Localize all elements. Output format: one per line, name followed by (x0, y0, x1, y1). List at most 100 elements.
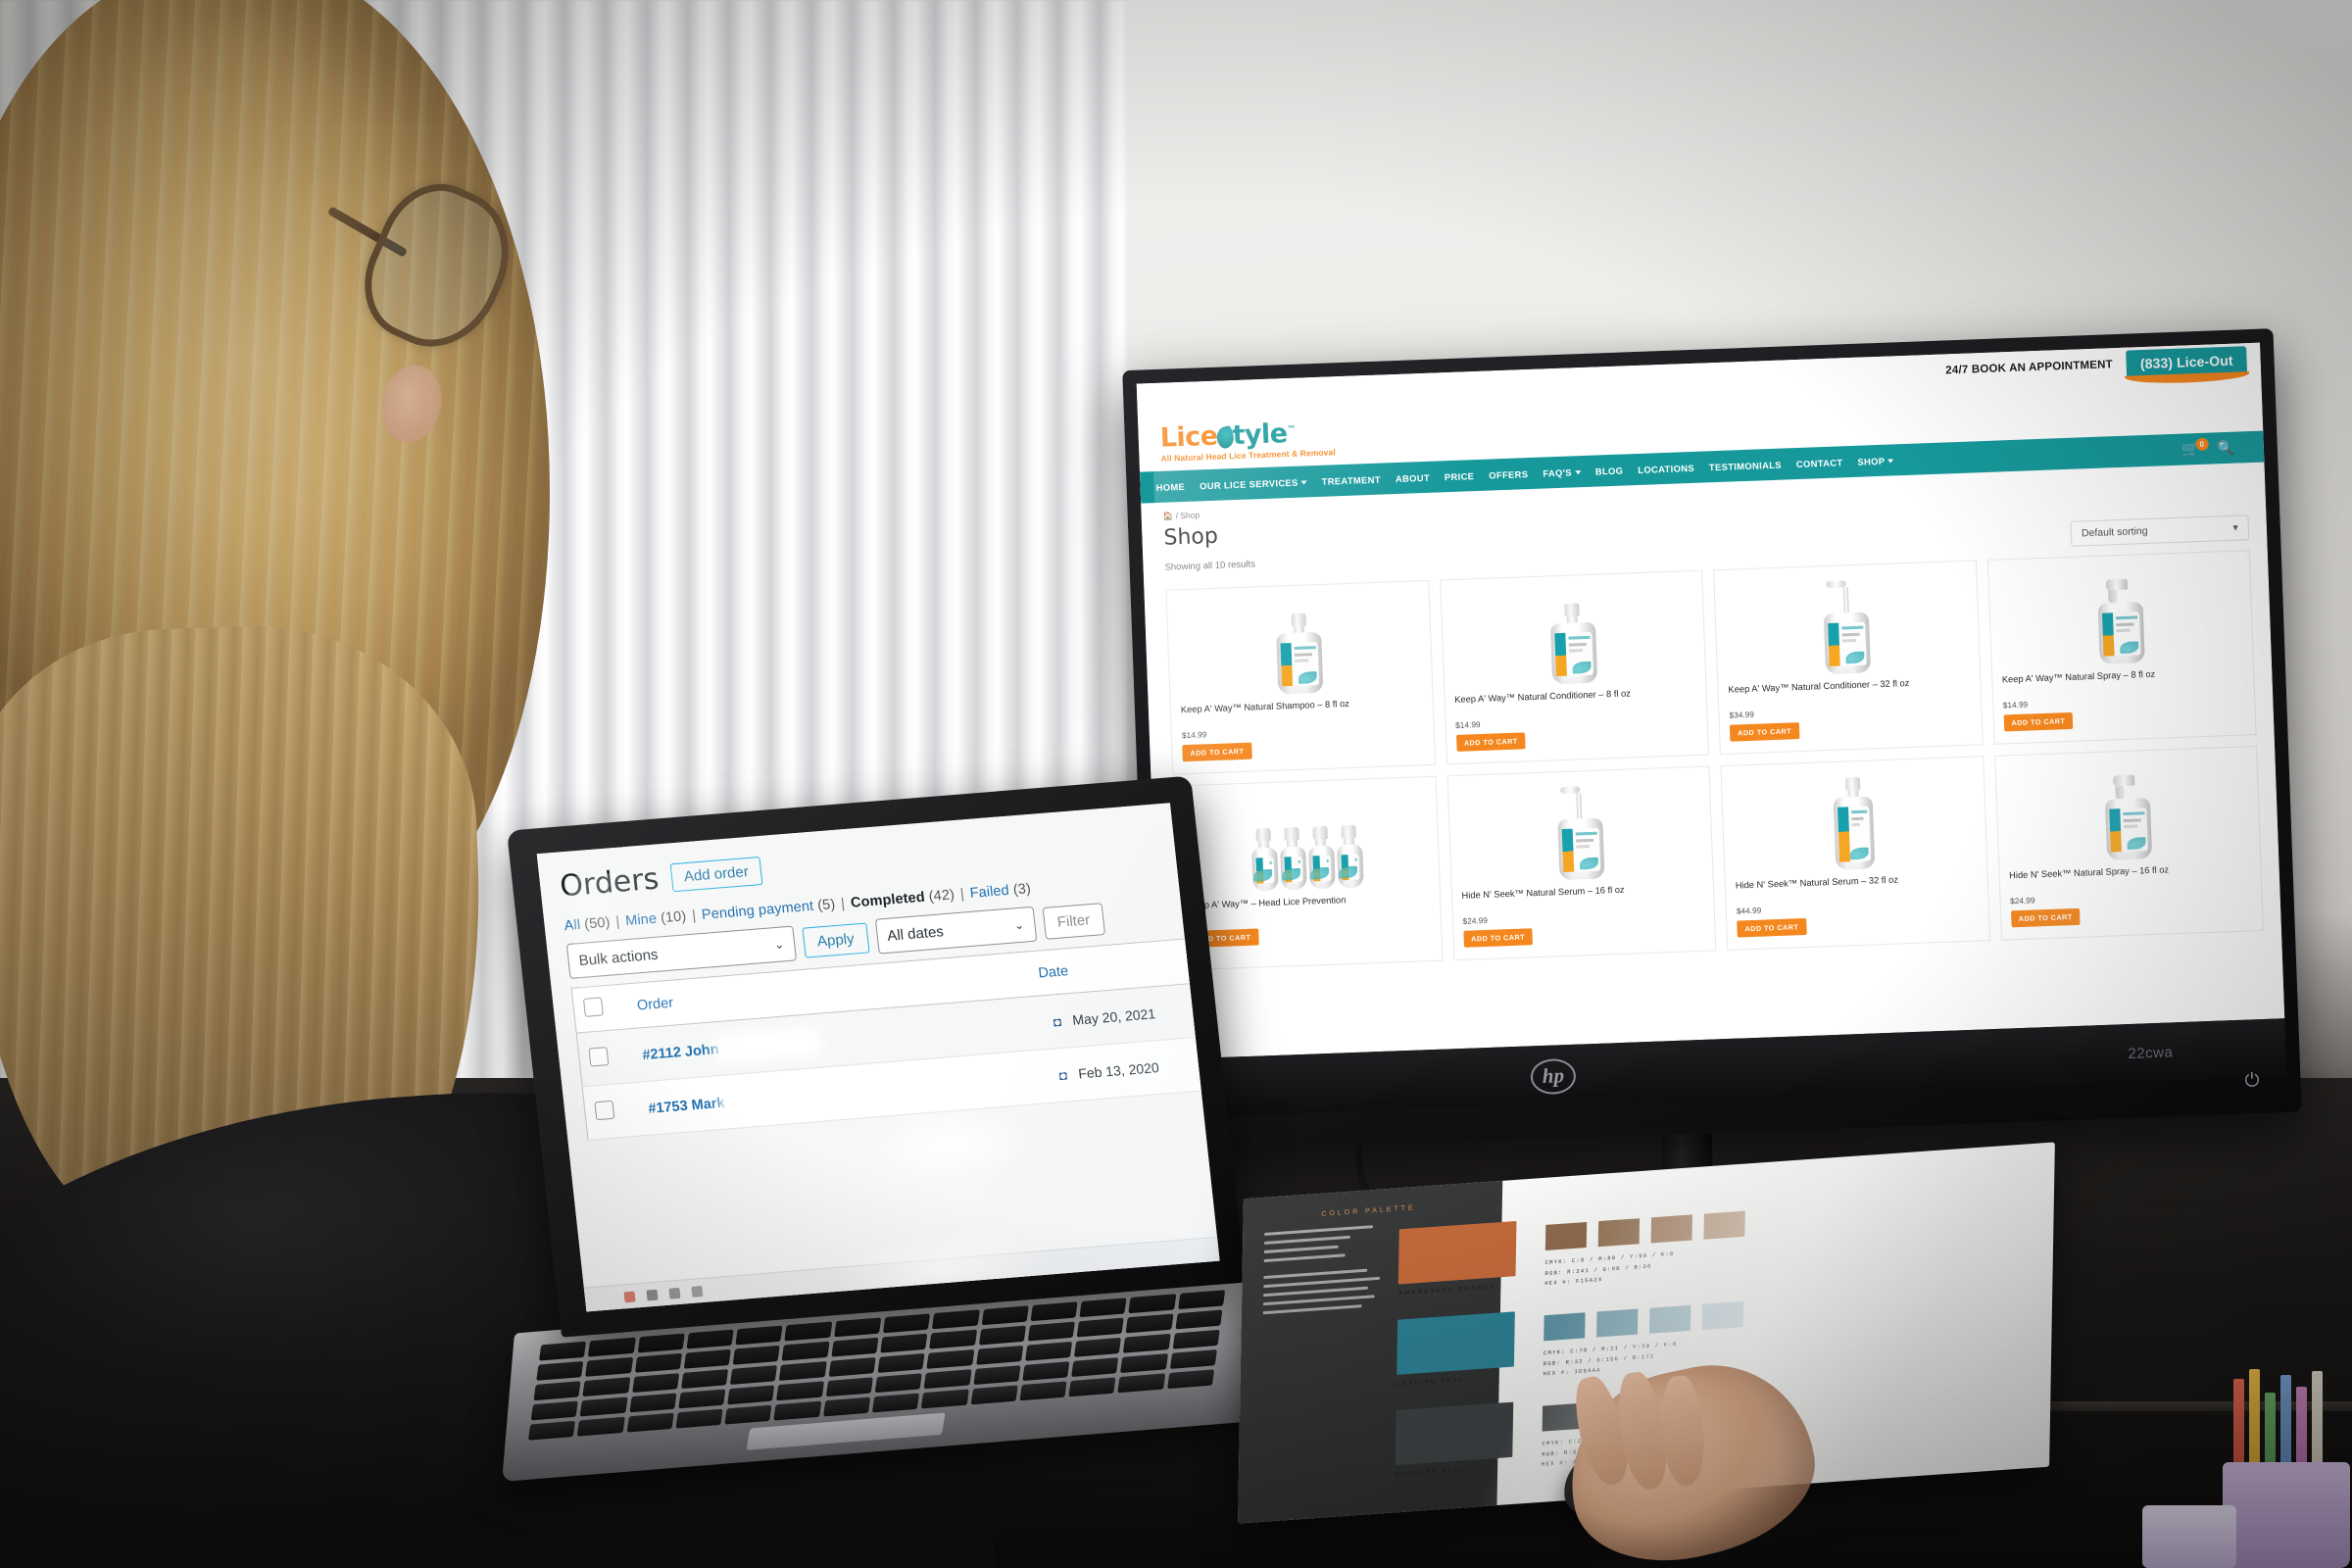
product-image[interactable] (1450, 581, 1695, 688)
filter-button[interactable]: Filter (1042, 903, 1105, 940)
taskbar-icon-4[interactable] (691, 1286, 703, 1298)
keyboard-key[interactable] (1028, 1322, 1075, 1342)
add-to-cart-button[interactable]: ADD TO CART (1730, 722, 1799, 742)
keyboard-key[interactable] (834, 1317, 881, 1337)
keyboard-key[interactable] (528, 1421, 575, 1441)
keyboard-key[interactable] (877, 1353, 924, 1373)
keyboard-key[interactable] (1167, 1369, 1214, 1389)
keyboard-key[interactable] (632, 1373, 679, 1393)
keyboard-key[interactable] (1025, 1342, 1072, 1361)
keyboard-key[interactable] (1080, 1298, 1127, 1317)
keyboard-key[interactable] (1175, 1309, 1222, 1329)
keyboard-key[interactable] (880, 1334, 927, 1353)
product-image[interactable] (1177, 591, 1422, 698)
keyboard-key[interactable] (539, 1342, 586, 1361)
keyboard-key[interactable] (531, 1400, 578, 1420)
date-filter-select[interactable]: All dates ⌄ (874, 906, 1036, 955)
keyboard-key[interactable] (684, 1349, 731, 1369)
status-filter-pending-payment[interactable]: Pending payment (5) (701, 897, 836, 923)
keyboard-key[interactable] (730, 1365, 777, 1385)
apply-button[interactable]: Apply (802, 922, 869, 957)
nav-item-shop[interactable]: SHOP (1857, 455, 1893, 466)
product-image[interactable] (1457, 777, 1702, 884)
cart-icon[interactable]: 🛒 0 (2180, 440, 2199, 459)
keyboard-key[interactable] (1170, 1349, 1217, 1369)
column-header-date[interactable]: Date (1036, 930, 1220, 996)
status-filter-completed[interactable]: Completed (42) (850, 887, 956, 910)
nav-item-price[interactable]: PRICE (1445, 470, 1475, 482)
nav-item-blog[interactable]: BLOG (1595, 465, 1624, 476)
keyboard-key[interactable] (577, 1417, 624, 1437)
keyboard-key[interactable] (929, 1330, 976, 1349)
row-checkbox-cell[interactable] (576, 1029, 635, 1087)
keyboard-key[interactable] (883, 1313, 930, 1333)
keyboard-key[interactable] (626, 1413, 673, 1433)
keyboard-key[interactable] (585, 1357, 632, 1377)
keyboard-key[interactable] (588, 1338, 635, 1357)
keyboard-key[interactable] (785, 1321, 832, 1341)
keyboard-key[interactable] (774, 1401, 821, 1421)
home-icon[interactable]: 🏠 (1163, 511, 1174, 520)
keyboard-key[interactable] (981, 1305, 1028, 1325)
keyboard-key[interactable] (1030, 1301, 1077, 1321)
keyboard-key[interactable] (782, 1342, 829, 1361)
power-button-icon[interactable]: ⏻ (2244, 1070, 2260, 1093)
nav-item-about[interactable]: ABOUT (1396, 471, 1430, 483)
keyboard-key[interactable] (629, 1393, 676, 1412)
keyboard-key[interactable] (736, 1326, 783, 1346)
product-card[interactable]: Keep A' Way™ Natural Spray – 8 fl oz $14.… (1986, 550, 2256, 745)
add-to-cart-button[interactable]: ADD TO CART (1182, 743, 1251, 762)
product-card[interactable]: Keep A' Way™ Natural Conditioner – 8 fl … (1440, 570, 1709, 765)
keyboard-key[interactable] (779, 1361, 826, 1381)
product-card[interactable]: Keep A' Way™ Natural Conditioner – 32 fl… (1713, 560, 1983, 755)
nav-item-testimonials[interactable]: TESTIMONIALS (1709, 459, 1782, 472)
add-to-cart-button[interactable]: ADD TO CART (2011, 908, 2081, 928)
keyboard-key[interactable] (1077, 1318, 1124, 1338)
keyboard-key[interactable] (970, 1385, 1017, 1404)
row-checkbox-cell[interactable] (582, 1082, 641, 1140)
keyboard-key[interactable] (583, 1377, 630, 1396)
site-logo[interactable]: Lice tyle™ All Natural Head Lice Treatmen… (1159, 418, 1336, 463)
keyboard-key[interactable] (637, 1334, 684, 1353)
keyboard-key[interactable] (1022, 1361, 1069, 1381)
keyboard-key[interactable] (831, 1338, 878, 1357)
eye-icon[interactable]: ◘ (1053, 1014, 1061, 1030)
keyboard-key[interactable] (536, 1361, 583, 1381)
add-to-cart-button[interactable]: ADD TO CART (1456, 732, 1526, 752)
product-card[interactable]: Hide N' Seek™ Natural Spray – 16 fl oz $2… (1994, 746, 2264, 941)
keyboard-key[interactable] (1126, 1314, 1173, 1334)
keyboard-key[interactable] (828, 1357, 875, 1377)
select-all-checkbox[interactable] (583, 997, 604, 1016)
row-checkbox[interactable] (588, 1047, 609, 1066)
product-card[interactable]: Hide N' Seek™ Natural Serum – 16 fl oz $2… (1446, 765, 1716, 960)
keyboard-key[interactable] (580, 1396, 627, 1416)
keyboard-key[interactable] (875, 1373, 922, 1393)
search-icon[interactable]: 🔍 (2217, 439, 2234, 457)
order-link[interactable]: #1753 Mark (648, 1095, 726, 1116)
keyboard-key[interactable] (1074, 1338, 1121, 1357)
keyboard-key[interactable] (1118, 1373, 1165, 1393)
keyboard-key[interactable] (681, 1369, 728, 1389)
bulk-actions-select[interactable]: Bulk actions ⌄ (566, 926, 797, 979)
keyboard-key[interactable] (1123, 1334, 1170, 1353)
nav-item-faq-s[interactable]: FAQ'S (1543, 466, 1581, 478)
product-image[interactable] (1732, 767, 1977, 874)
phone-button[interactable]: (833) Lice-Out (2126, 346, 2247, 378)
product-card[interactable]: Hide N' Seek™ Natural Serum – 32 fl oz $4… (1720, 756, 1989, 951)
keyboard-key[interactable] (921, 1389, 968, 1408)
nav-item-treatment[interactable]: TREATMENT (1321, 473, 1381, 486)
add-to-cart-button[interactable]: ADD TO CART (1737, 918, 1806, 938)
keyboard-key[interactable] (1178, 1290, 1225, 1309)
taskbar-icon-1[interactable] (623, 1291, 635, 1302)
keyboard-key[interactable] (872, 1394, 919, 1413)
select-all-header[interactable] (571, 984, 629, 1033)
product-card[interactable]: Keep A' Way™ Natural Shampoo – 8 fl oz $1… (1165, 580, 1435, 775)
keyboard-key[interactable] (678, 1389, 725, 1408)
status-filter-mine[interactable]: Mine (10) (624, 908, 687, 929)
nav-item-contact[interactable]: CONTACT (1796, 457, 1843, 469)
add-to-cart-button[interactable]: ADD TO CART (2003, 712, 2073, 732)
keyboard-key[interactable] (979, 1326, 1026, 1346)
keyboard-key[interactable] (1069, 1377, 1116, 1396)
keyboard-key[interactable] (733, 1346, 780, 1365)
keyboard-key[interactable] (973, 1365, 1020, 1385)
